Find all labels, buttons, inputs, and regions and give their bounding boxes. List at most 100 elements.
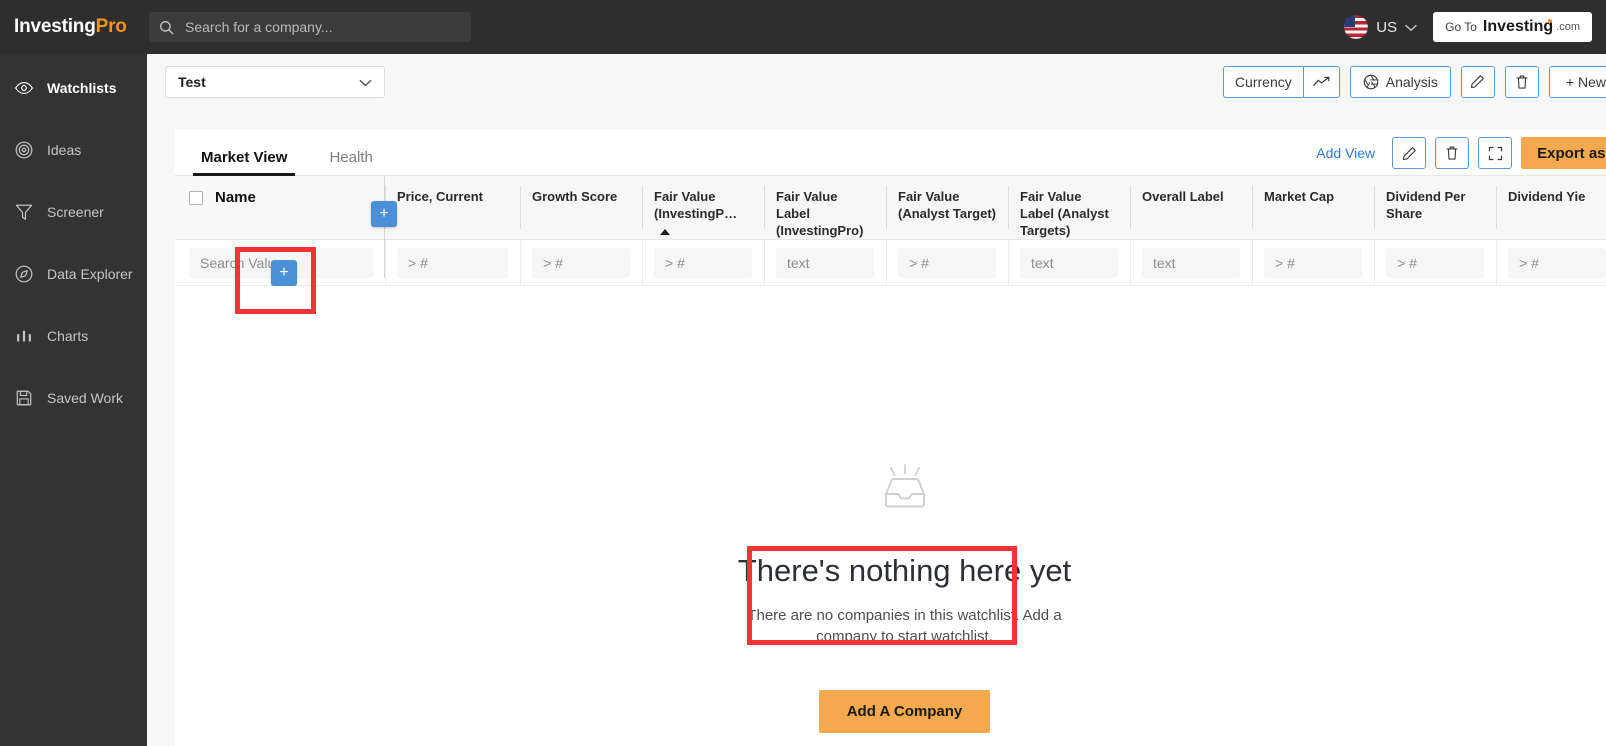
filter-input-fair-value-label-analyst-targets[interactable] xyxy=(1020,247,1118,278)
column-divider xyxy=(1008,240,1009,286)
export-as-button[interactable]: Export as... xyxy=(1521,137,1606,169)
currency-button[interactable]: Currency xyxy=(1222,65,1340,98)
column-header-growth-score[interactable]: Growth Score xyxy=(520,176,642,241)
column-label: Dividend Yie xyxy=(1508,189,1586,204)
sidebar-item-label: Ideas xyxy=(47,142,82,158)
empty-state-subtitle: There are no companies in this watchlist… xyxy=(747,607,1062,646)
us-flag-icon xyxy=(1344,15,1369,39)
select-all-checkbox[interactable] xyxy=(189,190,203,205)
filter-input-fair-value-analyst-target[interactable] xyxy=(898,247,996,278)
filter-input-dividend-yield[interactable] xyxy=(1508,247,1606,278)
compass-icon xyxy=(14,264,34,284)
sidebar-item-label: Data Explorer xyxy=(47,266,133,282)
logo-text-accent: Pro xyxy=(95,16,127,37)
watchlist-selector[interactable]: Test xyxy=(165,65,385,98)
sidebar-item-screener[interactable]: Screener xyxy=(0,188,147,236)
watchlist-toolbar: Test Currency Analysis + New xyxy=(147,54,1606,109)
column-label: Market Cap xyxy=(1264,189,1335,204)
empty-inbox-icon xyxy=(869,452,941,529)
column-divider xyxy=(520,186,521,230)
bar-chart-icon xyxy=(14,326,34,346)
tab-health[interactable]: Health xyxy=(321,149,380,175)
analysis-label: Analysis xyxy=(1385,73,1438,90)
column-header-dividend-yield[interactable]: Dividend Yie xyxy=(1496,176,1606,241)
trend-up-icon[interactable] xyxy=(1304,67,1339,97)
toolbar-actions: Currency Analysis + New xyxy=(1222,65,1606,98)
tab-label: Market View xyxy=(201,149,288,166)
column-divider xyxy=(1252,240,1253,286)
column-header-fair-value-label-investingpro[interactable]: Fair Value Label (InvestingPro) xyxy=(764,176,886,241)
column-divider xyxy=(1374,240,1375,286)
delete-view-button[interactable] xyxy=(1435,137,1470,169)
column-label: Overall Label xyxy=(1142,189,1224,204)
fullscreen-view-button[interactable] xyxy=(1478,137,1513,169)
column-header-fair-value-label-analyst-targets[interactable]: Fair Value Label (Analyst Targets) xyxy=(1008,176,1130,241)
column-header-overall-label[interactable]: Overall Label xyxy=(1130,176,1252,241)
target-icon xyxy=(14,140,34,160)
column-divider xyxy=(1130,186,1131,230)
column-header-name[interactable]: Name xyxy=(175,176,385,241)
column-divider xyxy=(1252,186,1253,230)
column-label: Fair Value (Analyst Target) xyxy=(898,189,996,222)
region-selector[interactable]: US xyxy=(1344,15,1417,39)
column-divider xyxy=(764,186,765,230)
sidebar-item-label: Watchlists xyxy=(47,80,117,96)
sort-ascending-icon[interactable] xyxy=(660,228,670,235)
column-divider xyxy=(1496,186,1497,230)
filter-input-growth-score[interactable] xyxy=(532,247,630,278)
sidebar-item-label: Screener xyxy=(47,204,104,220)
goto-brand: Investing xyxy=(1482,18,1554,35)
sidebar-item-charts[interactable]: Charts xyxy=(0,312,147,360)
analysis-button[interactable]: Analysis xyxy=(1349,65,1451,98)
column-resize-handle[interactable] xyxy=(384,176,385,278)
app-logo[interactable]: InvestingPro xyxy=(0,16,147,38)
filter-cell-price-current xyxy=(385,239,520,287)
search-input[interactable] xyxy=(183,18,461,36)
column-divider xyxy=(520,240,521,286)
chevron-down-icon xyxy=(1405,19,1417,36)
column-header-fair-value-analyst-target[interactable]: Fair Value (Analyst Target) xyxy=(886,176,1008,241)
add-column-button-filter[interactable]: + xyxy=(271,260,297,286)
watchlist-grid: Name Price, Current Growth Score Fair Va… xyxy=(175,176,1606,287)
tab-label: Health xyxy=(329,149,373,166)
watchlist-name: Test xyxy=(178,73,206,90)
filter-input-overall-label[interactable] xyxy=(1142,247,1240,278)
chevron-down-icon xyxy=(359,74,372,90)
add-view-link[interactable]: Add View xyxy=(1316,145,1375,161)
filter-input-market-cap[interactable] xyxy=(1264,247,1362,278)
grid-filter-row xyxy=(175,239,1606,287)
edit-watchlist-button[interactable] xyxy=(1460,65,1495,98)
global-search[interactable] xyxy=(149,12,471,42)
sidebar-item-ideas[interactable]: Ideas xyxy=(0,126,147,174)
sidebar-item-watchlists[interactable]: Watchlists xyxy=(0,64,147,112)
goto-prefix: Go To xyxy=(1445,20,1477,34)
column-divider xyxy=(886,240,887,286)
column-divider xyxy=(1374,186,1375,230)
goto-investing-button[interactable]: Go To Investing .com xyxy=(1433,12,1592,42)
column-header-price-current[interactable]: Price, Current xyxy=(385,176,520,241)
add-a-company-button[interactable]: Add A Company xyxy=(818,689,991,733)
add-column-button-header[interactable]: + xyxy=(371,201,397,227)
column-label: Fair Value (InvestingP… xyxy=(654,189,738,222)
column-header-fair-value-investingpro[interactable]: Fair Value (InvestingP… xyxy=(642,176,764,241)
column-label: Growth Score xyxy=(532,189,618,204)
edit-view-button[interactable] xyxy=(1392,137,1427,169)
aperture-icon xyxy=(1363,74,1379,90)
new-watchlist-button[interactable]: + New Watch xyxy=(1548,65,1606,98)
column-divider xyxy=(642,240,643,286)
filter-input-fair-value-investingpro[interactable] xyxy=(654,247,752,278)
filter-cell-dividend-per-share xyxy=(1374,239,1496,287)
pencil-icon xyxy=(1470,74,1485,89)
sidebar: Watchlists Ideas Screener Data Explorer xyxy=(0,54,147,746)
column-header-dividend-per-share[interactable]: Dividend Per Share xyxy=(1374,176,1496,241)
column-divider xyxy=(1008,186,1009,230)
sidebar-item-data-explorer[interactable]: Data Explorer xyxy=(0,250,147,298)
filter-input-fair-value-label-investingpro[interactable] xyxy=(776,247,874,278)
filter-input-price-current[interactable] xyxy=(397,247,508,278)
watchlist-table: Name Price, Current Growth Score Fair Va… xyxy=(175,176,1606,287)
sidebar-item-saved-work[interactable]: Saved Work xyxy=(0,374,147,422)
filter-input-dividend-per-share[interactable] xyxy=(1386,247,1484,278)
tab-market-view[interactable]: Market View xyxy=(193,149,296,176)
delete-watchlist-button[interactable] xyxy=(1504,65,1539,98)
column-header-market-cap[interactable]: Market Cap xyxy=(1252,176,1374,241)
